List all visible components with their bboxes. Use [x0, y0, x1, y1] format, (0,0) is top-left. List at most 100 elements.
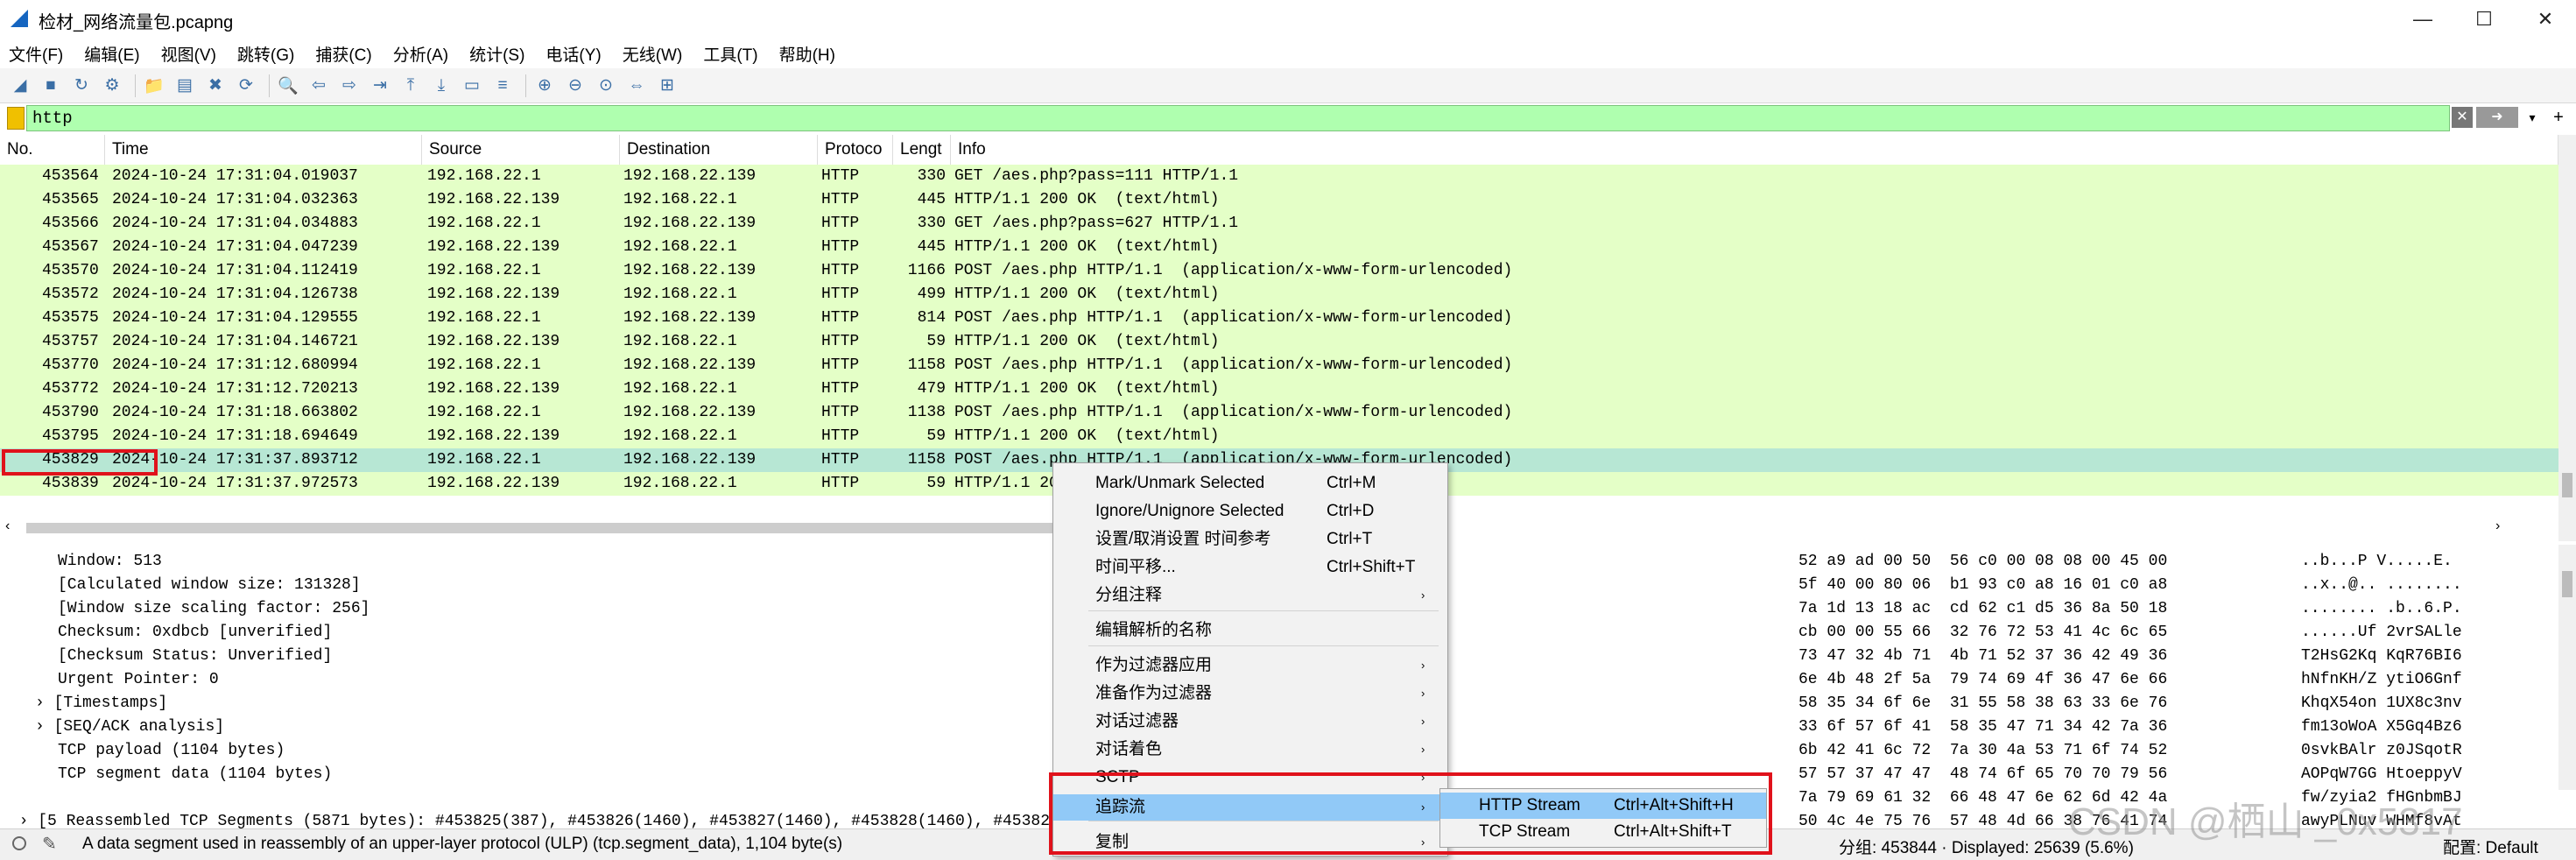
bytes-ascii-line[interactable]: ..x..@.. ........ — [2301, 574, 2462, 597]
colorize-icon[interactable]: ≡ — [489, 73, 516, 99]
zoom-out-icon[interactable]: ⊖ — [562, 73, 588, 99]
detail-line[interactable]: Window: 513 — [58, 550, 162, 574]
packet-row[interactable]: 453575 2024-10-24 17:31:04.129555 192.168.… — [0, 307, 2558, 330]
detail-line[interactable]: Checksum: 0xdbcb [unverified] — [58, 621, 332, 645]
bytes-hex-line[interactable]: 7a 1d 13 18 ac cd 62 c1 d5 36 8a 50 18 — [1798, 597, 2167, 621]
context-menu-item[interactable]: Mark/Unmark Selected Ctrl+M — [1053, 470, 1447, 497]
expand-arrow-icon[interactable]: › — [35, 694, 54, 712]
detail-line[interactable]: TCP segment data (1104 bytes) — [58, 763, 332, 786]
go-to-packet-icon[interactable]: ⇥ — [367, 73, 393, 99]
packet-row[interactable]: 453564 2024-10-24 17:31:04.019037 192.168.… — [0, 165, 2558, 188]
bytes-hex-line[interactable]: 52 a9 ad 00 50 56 c0 00 08 08 00 45 00 — [1798, 550, 2167, 574]
column-length[interactable]: Lengt — [893, 135, 951, 165]
column-destination[interactable]: Destination — [620, 135, 818, 165]
menu-analyze[interactable]: 分析(A) — [393, 42, 448, 66]
packet-row[interactable]: 453566 2024-10-24 17:31:04.034883 192.168.… — [0, 212, 2558, 236]
zoom-reset-icon[interactable]: ⊙ — [593, 73, 619, 99]
detail-line[interactable]: [Checksum Status: Unverified] — [58, 645, 332, 668]
minimize-button[interactable]: — — [2392, 0, 2453, 39]
restart-capture-icon[interactable]: ↻ — [68, 73, 95, 99]
packet-row[interactable]: 453570 2024-10-24 17:31:04.112419 192.168.… — [0, 259, 2558, 283]
bytes-ascii-line[interactable]: KhqX54on 1UX8c3nv — [2301, 692, 2462, 715]
menu-statistics[interactable]: 统计(S) — [469, 42, 524, 66]
expand-arrow-icon[interactable]: › — [19, 813, 39, 830]
go-last-icon[interactable]: ⤓ — [428, 73, 454, 99]
maximize-button[interactable]: ☐ — [2453, 0, 2515, 39]
add-filter-button-icon[interactable]: + — [2548, 107, 2569, 128]
detail-line[interactable]: › [Timestamps] — [35, 692, 167, 715]
save-file-icon[interactable]: ▤ — [172, 73, 198, 99]
filter-dropdown-icon[interactable]: ▾ — [2522, 107, 2543, 128]
find-packet-icon[interactable]: 🔍 — [275, 73, 301, 99]
packet-row[interactable]: 453757 2024-10-24 17:31:04.146721 192.168.… — [0, 330, 2558, 354]
menu-go[interactable]: 跳转(G) — [237, 42, 294, 66]
stop-capture-icon[interactable]: ■ — [38, 73, 64, 99]
bytes-hex-line[interactable]: 6b 42 41 6c 72 7a 30 4a 53 71 6f 74 52 — [1798, 739, 2167, 763]
column-source[interactable]: Source — [422, 135, 620, 165]
column-protocol[interactable]: Protoco — [818, 135, 893, 165]
detail-line[interactable]: TCP payload (1104 bytes) — [58, 739, 285, 763]
bytes-ascii-line[interactable]: ........ .b..6.P. — [2301, 597, 2462, 621]
expert-info-icon[interactable] — [12, 836, 26, 850]
expand-arrow-icon[interactable]: › — [35, 718, 54, 736]
start-capture-icon[interactable]: ◢ — [7, 73, 33, 99]
menu-capture[interactable]: 捕获(C) — [315, 42, 371, 66]
close-file-icon[interactable]: ✖ — [202, 73, 229, 99]
menu-help[interactable]: 帮助(H) — [779, 42, 835, 66]
bytes-scroll-thumb[interactable] — [2562, 571, 2572, 597]
go-first-icon[interactable]: ⤒ — [398, 73, 424, 99]
context-menu-item[interactable]: 作为过滤器应用 › — [1053, 652, 1447, 679]
context-menu-item[interactable]: 时间平移... Ctrl+Shift+T — [1053, 554, 1447, 581]
bytes-ascii-line[interactable]: ..b...P V.....E. — [2301, 550, 2453, 574]
scroll-left-icon[interactable]: ‹ — [5, 518, 10, 534]
bytes-ascii-line[interactable]: AOPqW7GG HtoeppyV — [2301, 763, 2462, 786]
context-menu-item[interactable]: 对话过滤器 › — [1053, 708, 1447, 735]
bytes-hex-line[interactable]: 58 35 34 6f 6e 31 55 58 38 63 33 6e 76 — [1798, 692, 2167, 715]
column-time[interactable]: Time — [105, 135, 422, 165]
bytes-hex-line[interactable]: 57 57 37 47 47 48 74 6f 65 70 70 79 56 — [1798, 763, 2167, 786]
packet-row[interactable]: 453770 2024-10-24 17:31:12.680994 192.168.… — [0, 354, 2558, 377]
detail-line[interactable]: › [SEQ/ACK analysis] — [35, 715, 224, 739]
packet-row[interactable]: 453772 2024-10-24 17:31:12.720213 192.168.… — [0, 377, 2558, 401]
resize-columns-icon[interactable]: ⇔ — [623, 73, 650, 99]
clear-filter-icon[interactable]: ✕ — [2452, 107, 2473, 128]
display-filter-input[interactable]: http — [26, 105, 2450, 131]
scroll-right-icon[interactable]: › — [2495, 518, 2500, 534]
packet-row[interactable]: 453565 2024-10-24 17:31:04.032363 192.168.… — [0, 188, 2558, 212]
context-menu-item[interactable]: 编辑解析的名称 — [1053, 617, 1447, 644]
packet-row[interactable]: 453567 2024-10-24 17:31:04.047239 192.168.… — [0, 236, 2558, 259]
detail-line[interactable]: Urgent Pointer: 0 — [58, 668, 219, 692]
menu-telephony[interactable]: 电话(Y) — [545, 42, 601, 66]
edit-comment-icon[interactable]: ✎ — [42, 833, 57, 855]
menu-wireless[interactable]: 无线(W) — [623, 42, 683, 66]
bytes-ascii-line[interactable]: 0svkBAlr z0JSqotR — [2301, 739, 2462, 763]
filter-bookmark-icon[interactable] — [7, 107, 25, 130]
column-info[interactable]: Info — [951, 135, 2558, 165]
packet-row[interactable]: 453795 2024-10-24 17:31:18.694649 192.168.… — [0, 425, 2558, 448]
context-menu-item[interactable]: 准备作为过滤器 › — [1053, 680, 1447, 707]
bytes-hex-line[interactable]: 33 6f 57 6f 41 58 35 47 71 34 42 7a 36 — [1798, 715, 2167, 739]
bytes-ascii-line[interactable]: ......Uf 2vrSALle — [2301, 621, 2462, 645]
apply-filter-icon[interactable]: ➜ — [2476, 107, 2518, 128]
menu-edit[interactable]: 编辑(E) — [84, 42, 139, 66]
bytes-ascii-line[interactable]: hNfnKH/Z ytiO6Gnf — [2301, 668, 2462, 692]
menu-file[interactable]: 文件(F) — [9, 42, 63, 66]
bytes-hex-line[interactable]: 6e 4b 48 2f 5a 79 74 69 4f 36 47 6e 66 — [1798, 668, 2167, 692]
context-menu-item[interactable]: 设置/取消设置 时间参考 Ctrl+T — [1053, 526, 1447, 553]
context-menu-item[interactable]: 对话着色 › — [1053, 737, 1447, 763]
bytes-hex-line[interactable]: 73 47 32 4b 71 4b 71 52 37 36 42 49 36 — [1798, 645, 2167, 668]
context-menu-item[interactable]: 分组注释 › — [1053, 582, 1447, 609]
autoscroll-icon[interactable]: ▭ — [459, 73, 485, 99]
bytes-hex-line[interactable]: cb 00 00 55 66 32 76 72 53 41 4c 6c 65 — [1798, 621, 2167, 645]
go-back-icon[interactable]: ⇦ — [306, 73, 332, 99]
open-file-icon[interactable]: 📁 — [141, 73, 167, 99]
reassembled-segments-line[interactable]: › [5 Reassembled TCP Segments (5871 byte… — [0, 785, 1059, 830]
detail-line[interactable]: [Window size scaling factor: 256] — [58, 597, 370, 621]
detail-line[interactable]: [Calculated window size: 131328] — [58, 574, 361, 597]
go-forward-icon[interactable]: ⇨ — [336, 73, 362, 99]
packet-row[interactable]: 453790 2024-10-24 17:31:18.663802 192.168.… — [0, 401, 2558, 425]
bytes-ascii-line[interactable]: T2HsG2Kq KqR76BI6 — [2301, 645, 2462, 668]
zoom-in-icon[interactable]: ⊕ — [531, 73, 558, 99]
menu-view[interactable]: 视图(V) — [161, 42, 216, 66]
menu-tools[interactable]: 工具(T) — [703, 42, 757, 66]
